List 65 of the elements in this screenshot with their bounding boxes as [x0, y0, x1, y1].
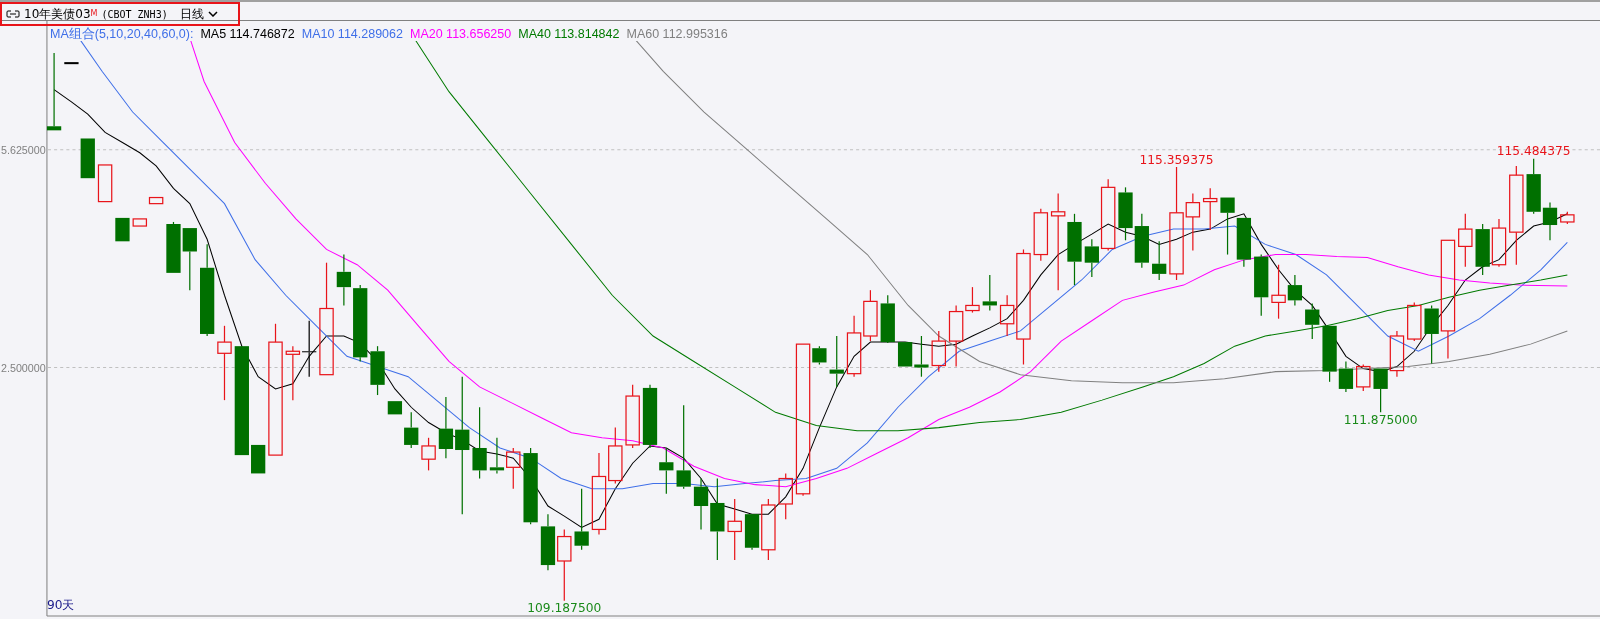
symbol-code: (CBOT ZNH3) [101, 8, 168, 20]
candlestick [863, 289, 878, 342]
candlestick [97, 164, 113, 203]
candlestick [1220, 197, 1235, 256]
candlestick [1236, 217, 1251, 268]
price-annotation: 109.187500 [527, 600, 602, 615]
period-dropdown[interactable]: 日线 [179, 5, 204, 23]
candlestick [302, 320, 317, 378]
candlestick [370, 345, 385, 396]
candlestick [727, 498, 742, 561]
candlestick [829, 335, 844, 388]
candlestick [1305, 302, 1320, 340]
candlestick [489, 437, 505, 475]
symbol-title: 10年美债03 [24, 5, 91, 23]
legend-item: MA10 114.289062 [301, 27, 403, 41]
candlestick [642, 384, 658, 449]
candlestick [506, 447, 521, 490]
candlestick [1373, 368, 1388, 413]
candlestick [285, 345, 301, 401]
candlestick [625, 384, 640, 449]
price-annotation: 115.484375 [1496, 143, 1571, 158]
candlestick [982, 274, 997, 312]
candlestick [182, 228, 197, 291]
price-annotation: 111.875000 [1343, 412, 1418, 427]
legend-item: MA40 113.814842 [518, 27, 620, 41]
axis-label: 5.625000 [1, 143, 46, 156]
price-annotation: 115.359375 [1139, 152, 1214, 167]
legend-item: MA60 112.995316 [626, 27, 728, 41]
symbol-selector[interactable]: 10年美债03M (CBOT ZNH3) 日线 [0, 2, 240, 26]
candlestick [1118, 186, 1133, 241]
candlestick [132, 218, 148, 227]
candlestick [778, 472, 793, 520]
candlestick [1458, 213, 1473, 268]
candlestick [659, 447, 674, 495]
candlestick [80, 138, 95, 179]
legend-item: MA20 113.656250 [410, 27, 512, 41]
candlestick [251, 444, 266, 474]
candlestick [1560, 211, 1575, 225]
candlestick [880, 294, 895, 344]
candlestick [336, 253, 351, 307]
candlestick [166, 221, 181, 273]
candlestick [574, 488, 589, 551]
candlestick [1407, 301, 1422, 342]
candlestick [1389, 330, 1405, 378]
candlestick [931, 330, 946, 373]
candlestick [421, 437, 436, 471]
candlestick [1202, 187, 1218, 231]
candlestick [540, 513, 556, 571]
candlestick [1491, 218, 1507, 268]
candlestick [1152, 240, 1167, 281]
axis-label: 2.500000 [1, 361, 46, 374]
candlestick [1134, 213, 1149, 269]
candlestick [148, 196, 164, 205]
candlestick [1254, 253, 1269, 317]
candlestick [115, 217, 130, 242]
candlestick [1356, 363, 1371, 392]
link-icon [6, 10, 20, 18]
legend-item: MA5 114.746872 [200, 27, 295, 41]
legend-label: MA组合(5,10,20,40,60,0): [50, 27, 194, 41]
caret-icon [207, 11, 218, 17]
candlestick [64, 62, 79, 65]
candlestick [1475, 223, 1490, 276]
range-label: 90天 [46, 597, 75, 612]
candlestick [846, 315, 862, 378]
badge-label: M [90, 9, 98, 18]
